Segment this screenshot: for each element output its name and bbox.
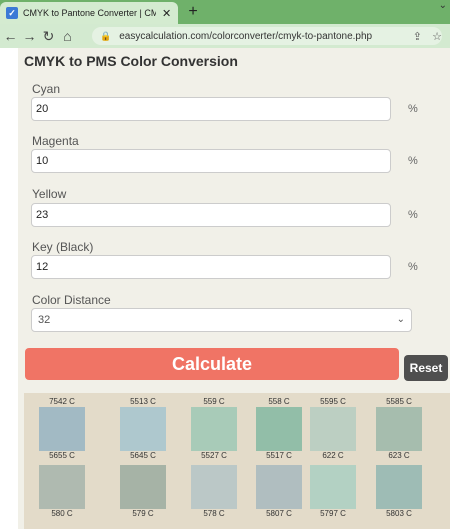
swatch-item: 5797 C	[310, 465, 356, 519]
swatch-color	[191, 465, 237, 509]
swatch-item: 5803 C	[376, 465, 422, 519]
swatch-color	[376, 465, 422, 509]
swatch-color	[310, 465, 356, 509]
site-favicon-icon: ✓	[6, 7, 18, 19]
pantone-results: 7542 C 5655 C 5513 C 5645 C 559 C 5527 C…	[24, 393, 450, 529]
color-distance-value: 32	[38, 314, 51, 326]
swatch-name: 5803 C	[386, 509, 412, 518]
swatch-item: 7542 C 5655 C	[39, 397, 85, 461]
swatch-name: 559 C	[203, 397, 225, 406]
key-black-label: Key (Black)	[32, 240, 94, 254]
tab-search-chevron-icon[interactable]: ⌄	[439, 0, 447, 11]
swatch-name: 5797 C	[320, 509, 346, 518]
swatch-name: 5517 C	[266, 451, 292, 460]
browser-toolbar: ← → ↻ ⌂ 🔒 easycalculation.com/colorconve…	[0, 24, 450, 48]
address-bar[interactable]: 🔒 easycalculation.com/colorconverter/cmy…	[92, 27, 442, 45]
swatch-item: 559 C 5527 C	[191, 397, 237, 461]
home-icon[interactable]: ⌂	[59, 24, 76, 48]
swatch-name: 558 C	[268, 397, 290, 406]
back-arrow-icon[interactable]: ←	[2, 24, 19, 48]
swatch-name: 622 C	[322, 451, 344, 460]
chevron-down-icon: ⌄	[396, 314, 405, 325]
swatch-name: 5527 C	[201, 451, 227, 460]
page-title: CMYK to PMS Color Conversion	[24, 53, 238, 69]
swatch-name: 5645 C	[130, 451, 156, 460]
swatch-name: 7542 C	[49, 397, 75, 406]
tab-title: CMYK to Pantone Converter | CM	[23, 8, 156, 18]
swatch-color	[376, 407, 422, 451]
color-distance-label: Color Distance	[32, 293, 111, 307]
swatch-name: 5513 C	[130, 397, 156, 406]
yellow-label: Yellow	[32, 187, 67, 201]
yellow-input[interactable]: 23	[31, 203, 391, 227]
swatch-item: 580 C	[39, 465, 85, 519]
swatch-item: 578 C	[191, 465, 237, 519]
swatch-name: 578 C	[203, 509, 225, 518]
browser-tab-bar: ✓ CMYK to Pantone Converter | CM ✕ + ⌄	[0, 0, 450, 24]
page-content: CMYK to PMS Color Conversion Cyan 20 % M…	[18, 48, 450, 529]
swatch-name: 5585 C	[386, 397, 412, 406]
yellow-unit: %	[408, 209, 418, 221]
swatch-color	[256, 465, 302, 509]
swatch-name: 579 C	[132, 509, 154, 518]
reset-button[interactable]: Reset	[404, 355, 448, 381]
swatch-name: 623 C	[388, 451, 410, 460]
swatch-item: 5513 C 5645 C	[120, 397, 166, 461]
swatch-item: 5585 C 623 C	[376, 397, 422, 461]
share-icon[interactable]: ⇪	[413, 30, 422, 43]
swatch-name: 5595 C	[320, 397, 346, 406]
magenta-label: Magenta	[32, 134, 79, 148]
swatch-name: 580 C	[51, 509, 73, 518]
new-tab-icon[interactable]: +	[184, 2, 202, 22]
swatch-color	[39, 465, 85, 509]
magenta-input[interactable]: 10	[31, 149, 391, 173]
swatch-color	[39, 407, 85, 451]
cyan-input[interactable]: 20	[31, 97, 391, 121]
calculate-button[interactable]: Calculate	[25, 348, 399, 380]
browser-tab[interactable]: ✓ CMYK to Pantone Converter | CM ✕	[0, 2, 178, 24]
key-black-unit: %	[408, 261, 418, 273]
swatch-item: 5595 C 622 C	[310, 397, 356, 461]
swatch-color	[120, 407, 166, 451]
bookmark-star-icon[interactable]: ☆	[432, 30, 442, 43]
magenta-unit: %	[408, 155, 418, 167]
swatch-color	[191, 407, 237, 451]
reload-icon[interactable]: ↻	[40, 24, 57, 48]
address-url[interactable]: easycalculation.com/colorconverter/cmyk-…	[119, 31, 372, 42]
swatch-item: 5807 C	[256, 465, 302, 519]
swatch-color	[256, 407, 302, 451]
swatch-color	[120, 465, 166, 509]
swatch-name: 5655 C	[49, 451, 75, 460]
swatch-item: 558 C 5517 C	[256, 397, 302, 461]
forward-arrow-icon[interactable]: →	[21, 24, 38, 48]
cyan-unit: %	[408, 103, 418, 115]
swatch-color	[310, 407, 356, 451]
lock-icon[interactable]: 🔒	[100, 31, 111, 42]
swatch-name: 5807 C	[266, 509, 292, 518]
tab-close-icon[interactable]: ✕	[162, 7, 171, 20]
key-black-input[interactable]: 12	[31, 255, 391, 279]
color-distance-select[interactable]: 32 ⌄	[31, 308, 412, 332]
swatch-item: 579 C	[120, 465, 166, 519]
cyan-label: Cyan	[32, 82, 61, 96]
